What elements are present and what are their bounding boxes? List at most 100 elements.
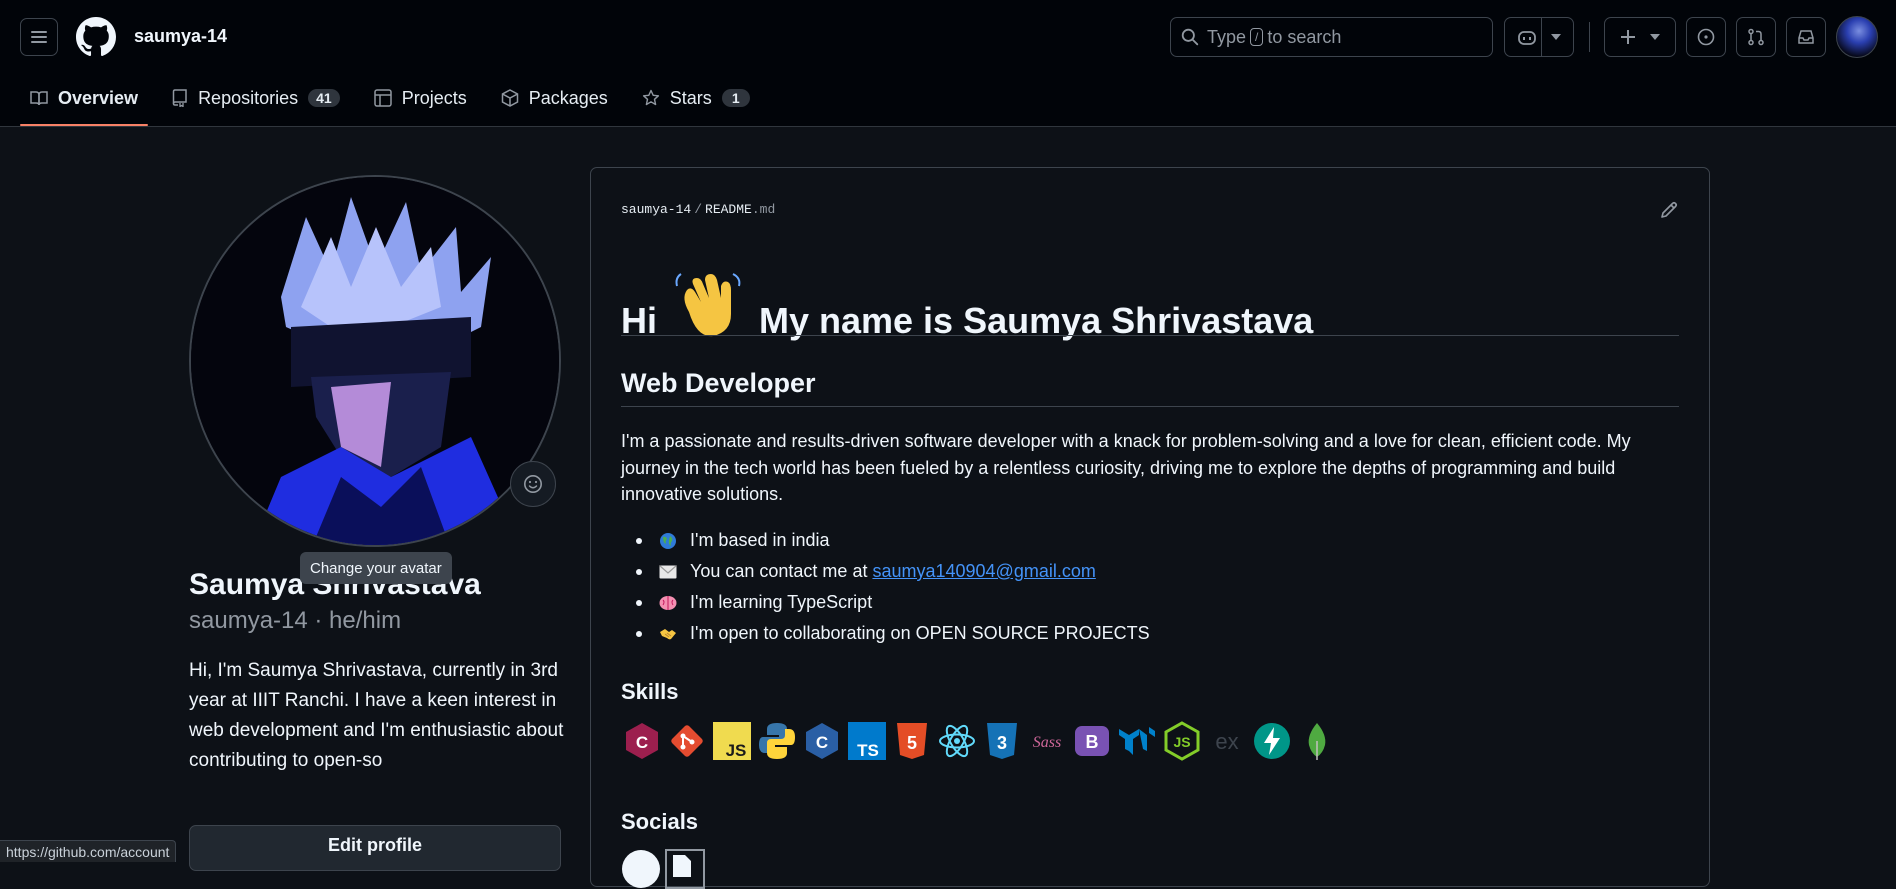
tab-packages[interactable]: Packages	[491, 82, 618, 114]
tab-label: Projects	[401, 87, 467, 108]
smiley-icon	[524, 475, 542, 493]
sass-icon: Sass	[1026, 720, 1068, 762]
waving-hand-icon	[675, 273, 741, 337]
list-item: I'm open to collaborating on OPEN SOURCE…	[621, 618, 1150, 649]
svg-text:5: 5	[907, 733, 917, 753]
readme-panel: saumya-14/README.md Hi My name is Saumya…	[590, 167, 1710, 889]
nodejs-icon: JS	[1161, 720, 1203, 762]
git-pull-request-icon	[1748, 28, 1764, 46]
express-icon: ex	[1206, 720, 1248, 762]
user-avatar-menu[interactable]	[1836, 16, 1878, 58]
heading-divider	[621, 335, 1679, 336]
svg-text:C: C	[816, 733, 828, 752]
inbox-button[interactable]	[1786, 17, 1826, 57]
socials-heading: Socials	[621, 809, 699, 834]
stars-count-badge: 1	[721, 89, 750, 107]
star-icon	[642, 89, 659, 106]
skills-heading: Skills	[621, 679, 679, 704]
globe-icon	[658, 531, 678, 551]
search-icon	[1181, 28, 1199, 46]
readme-bullet-list: I'm based in india You can contact me at…	[621, 525, 1150, 649]
profile-avatar[interactable]	[189, 175, 561, 547]
social-avatar-icon[interactable]	[621, 849, 661, 889]
copilot-button[interactable]	[1504, 17, 1574, 57]
brain-icon	[658, 593, 678, 613]
cpp-icon: C	[621, 720, 663, 762]
bullet-text: I'm learning TypeScript	[690, 592, 873, 612]
search-placeholder-post: to search	[1267, 26, 1342, 47]
create-new-button[interactable]	[1604, 17, 1676, 57]
socials-badges	[621, 849, 705, 889]
status-bar-url: https://github.com/account	[0, 840, 177, 862]
bullet-text: I'm based in india	[690, 530, 830, 550]
subheading-divider	[621, 406, 1679, 407]
c-icon: C	[801, 720, 843, 762]
readme-intro: I'm a passionate and results-driven soft…	[621, 431, 1631, 504]
repo-icon	[172, 89, 187, 107]
pull-requests-button[interactable]	[1736, 17, 1776, 57]
table-icon	[373, 89, 392, 107]
materialui-icon	[1116, 720, 1158, 762]
chevron-down-icon	[1650, 34, 1660, 40]
search-input[interactable]: Type / to search	[1170, 17, 1493, 57]
profile-tabs: Overview Repositories 41 Projects Packag…	[20, 82, 774, 126]
python-icon	[756, 720, 798, 762]
tab-projects[interactable]: Projects	[364, 82, 477, 114]
tab-overview[interactable]: Overview	[20, 82, 149, 126]
git-icon	[666, 720, 708, 762]
issues-button[interactable]	[1686, 17, 1726, 57]
header-divider	[1589, 22, 1590, 52]
javascript-icon: JS	[711, 720, 753, 762]
profile-login-pronouns: saumya-14 · he/him	[189, 607, 402, 634]
css3-icon: 3	[981, 720, 1023, 762]
html5-icon: 5	[891, 720, 933, 762]
svg-text:C: C	[636, 733, 648, 752]
email-link[interactable]: saumya140904@gmail.com	[872, 561, 1095, 582]
tab-label: Stars	[669, 87, 712, 108]
avatar-illustration	[191, 177, 559, 545]
typescript-icon: TS	[846, 720, 888, 762]
readme-file-ext: .md	[751, 202, 776, 217]
hamburger-menu-button[interactable]	[20, 18, 58, 56]
copilot-split-divider	[1541, 17, 1542, 57]
readme-subheading: Web Developer	[621, 368, 816, 398]
svg-text:ex: ex	[1215, 729, 1238, 754]
readme-file-link[interactable]: README	[705, 202, 752, 217]
bullet-text: You can contact me at	[690, 561, 868, 581]
list-item: You can contact me at saumya140904@gmail…	[621, 556, 1150, 587]
plus-icon	[1621, 30, 1635, 44]
repositories-count-badge: 41	[308, 89, 340, 107]
fastapi-icon	[1251, 720, 1293, 762]
tab-repositories[interactable]: Repositories 41	[162, 82, 350, 114]
handshake-icon	[658, 624, 678, 644]
readme-owner-link[interactable]: saumya-14	[621, 202, 691, 217]
broken-image-icon[interactable]	[665, 849, 705, 889]
envelope-icon	[658, 562, 678, 582]
search-shortcut-key: /	[1250, 28, 1264, 46]
tab-stars[interactable]: Stars 1	[632, 82, 760, 114]
inbox-icon	[1798, 30, 1814, 44]
change-avatar-tooltip: Change your avatar	[300, 552, 452, 584]
package-icon	[501, 89, 518, 107]
readme-heading: Hi My name is Saumya Shrivastava	[621, 268, 1313, 342]
search-placeholder-pre: Type	[1207, 26, 1247, 47]
bullet-text: I'm open to collaborating on OPEN SOURCE…	[690, 623, 1150, 643]
profile-bio: Hi, I'm Saumya Shrivastava, currently in…	[189, 660, 564, 771]
copilot-icon	[1518, 31, 1536, 45]
global-header: saumya-14 Type / to search Overview Repo…	[0, 0, 1896, 127]
github-logo-icon[interactable]	[76, 17, 116, 57]
hamburger-icon	[31, 31, 47, 43]
pencil-icon[interactable]	[1659, 200, 1679, 220]
svg-text:JS: JS	[726, 741, 747, 760]
bootstrap-icon: B	[1071, 720, 1113, 762]
mongodb-icon	[1296, 720, 1338, 762]
edit-profile-button[interactable]: Edit profile	[189, 825, 561, 871]
react-icon	[936, 720, 978, 762]
list-item: I'm based in india	[621, 525, 1150, 556]
header-username[interactable]: saumya-14	[134, 26, 227, 47]
tab-label: Packages	[528, 87, 608, 108]
skills-badges: C JS C TS 5 3 Sass B JS ex	[621, 720, 1341, 762]
svg-text:TS: TS	[857, 741, 879, 760]
set-status-button[interactable]	[510, 461, 556, 507]
tab-label: Overview	[58, 87, 139, 108]
